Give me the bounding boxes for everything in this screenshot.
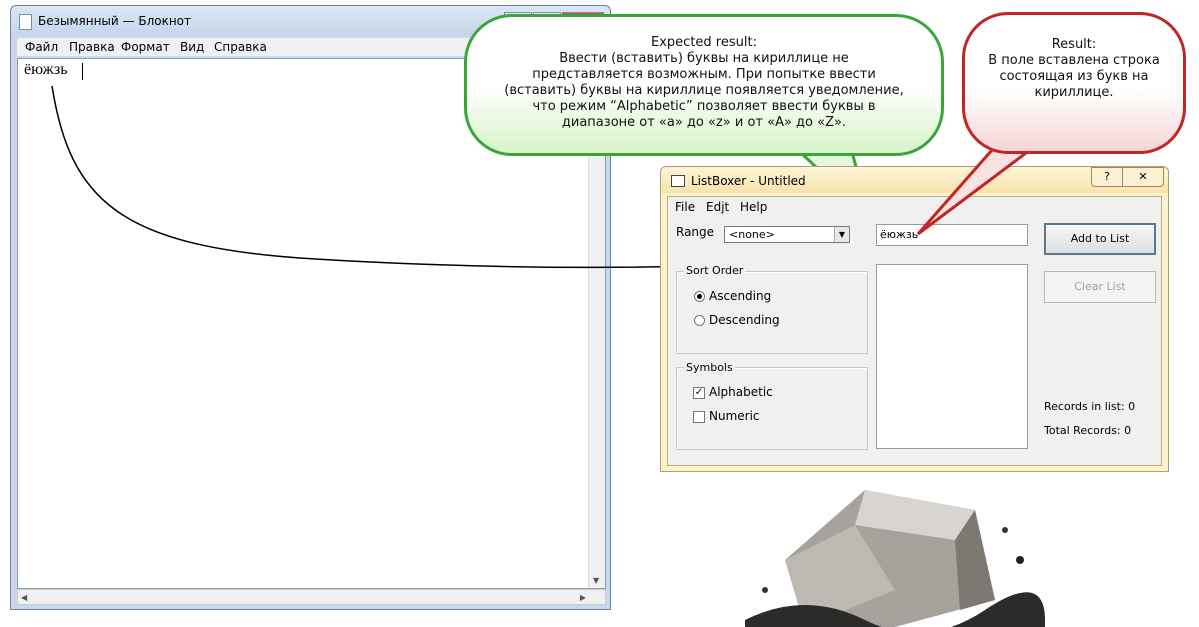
result-heading: Result:: [1051, 37, 1097, 52]
result-text: В поле вставлена строка состоящая из бук…: [988, 53, 1160, 100]
actual-result-bubble: Result: В поле вставлена строка состояща…: [962, 12, 1186, 154]
